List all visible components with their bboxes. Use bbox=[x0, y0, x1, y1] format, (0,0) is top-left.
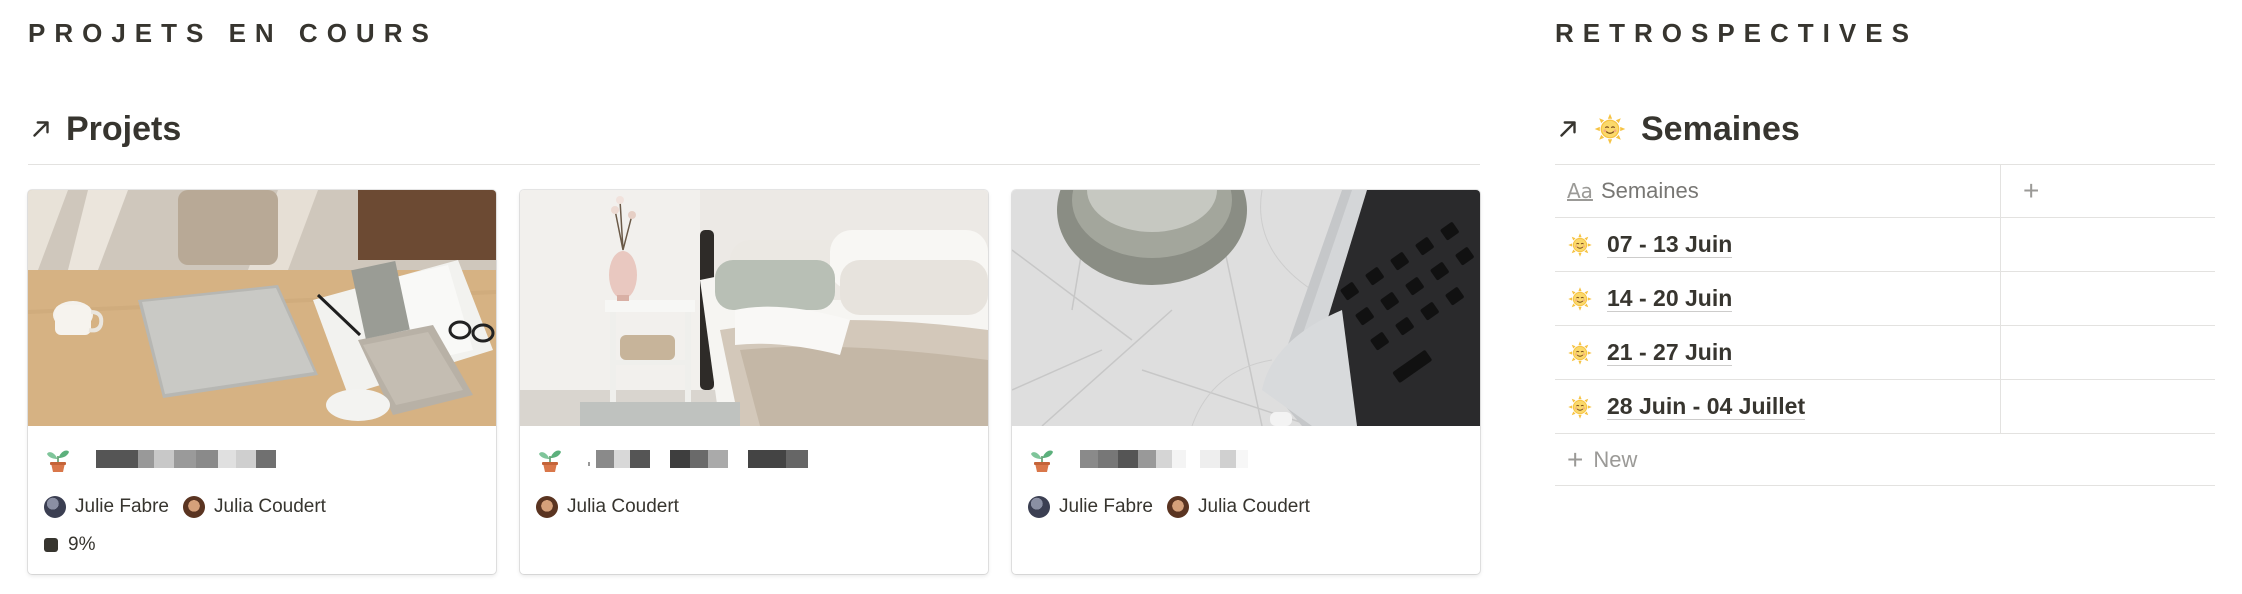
person-chip: Julie Fabre bbox=[1028, 496, 1153, 518]
redacted-title bbox=[588, 450, 808, 468]
projects-database-title-row[interactable]: Projets bbox=[28, 104, 181, 154]
sun-with-face-icon bbox=[1567, 232, 1593, 258]
progress-row: 9% bbox=[44, 534, 480, 556]
row-empty-cell[interactable] bbox=[2001, 326, 2215, 379]
people-row: Julia Coudert bbox=[536, 496, 972, 518]
weeks-database-title[interactable]: Semaines bbox=[1641, 110, 1800, 149]
row-title[interactable]: 14 - 20 Juin bbox=[1607, 285, 1733, 313]
table-row[interactable]: 21 - 27 Juin bbox=[1555, 326, 2215, 380]
sprout-icon bbox=[536, 445, 564, 473]
arrow-up-right-icon bbox=[1555, 116, 1581, 142]
text-property-icon: Aa bbox=[1567, 179, 1593, 203]
people-row: Julie Fabre Julia Coudert bbox=[1028, 496, 1464, 518]
add-column-button[interactable]: + bbox=[2001, 165, 2215, 217]
progress-square-icon bbox=[44, 538, 58, 552]
progress-value: 9% bbox=[68, 534, 96, 555]
avatar bbox=[536, 496, 558, 518]
table-header: Aa Semaines + bbox=[1555, 164, 2215, 218]
table-row[interactable]: 28 Juin - 04 Juillet bbox=[1555, 380, 2215, 434]
arrow-up-right-icon bbox=[28, 116, 54, 142]
card-title bbox=[536, 442, 972, 476]
new-row-label: New bbox=[1593, 446, 1638, 472]
avatar bbox=[183, 496, 205, 518]
projects-database-title[interactable]: Projets bbox=[66, 110, 181, 149]
people-row: Julie Fabre Julia Coudert bbox=[44, 496, 480, 518]
row-name-cell: 28 Juin - 04 Juillet bbox=[1555, 380, 2001, 433]
card-title bbox=[1028, 442, 1464, 476]
row-title[interactable]: 21 - 27 Juin bbox=[1607, 339, 1733, 367]
redacted-title bbox=[96, 450, 276, 468]
plus-icon: + bbox=[2023, 175, 2040, 206]
person-chip: Julia Coudert bbox=[1167, 496, 1310, 518]
sun-with-face-icon bbox=[1567, 340, 1593, 366]
card-cover-desk bbox=[28, 190, 496, 426]
sun-with-face-icon bbox=[1567, 286, 1593, 312]
divider bbox=[28, 164, 1480, 165]
row-name-cell: 14 - 20 Juin bbox=[1555, 272, 2001, 325]
project-card[interactable]: Julie Fabre Julia Coudert 9% bbox=[28, 190, 496, 574]
plus-icon: + bbox=[1567, 443, 1584, 475]
redacted-title bbox=[1080, 450, 1248, 468]
row-name-cell: 21 - 27 Juin bbox=[1555, 326, 2001, 379]
new-row-button[interactable]: + New bbox=[1555, 434, 2215, 486]
row-title[interactable]: 28 Juin - 04 Juillet bbox=[1607, 393, 1806, 421]
avatar bbox=[1167, 496, 1189, 518]
sprout-icon bbox=[44, 445, 72, 473]
avatar bbox=[1028, 496, 1050, 518]
card-cover-bedroom bbox=[520, 190, 988, 426]
person-chip: Julia Coudert bbox=[536, 496, 679, 518]
sprout-icon bbox=[1028, 445, 1056, 473]
avatar bbox=[44, 496, 66, 518]
row-empty-cell[interactable] bbox=[2001, 218, 2215, 271]
weeks-table: Aa Semaines + 07 - 13 Juin 14 - 20 Juin bbox=[1555, 164, 2215, 486]
person-chip: Julia Coudert bbox=[183, 496, 326, 518]
row-name-cell: 07 - 13 Juin bbox=[1555, 218, 2001, 271]
card-title bbox=[44, 442, 480, 476]
column-header-semaines[interactable]: Aa Semaines bbox=[1555, 165, 2001, 217]
table-row[interactable]: 14 - 20 Juin bbox=[1555, 272, 2215, 326]
row-empty-cell[interactable] bbox=[2001, 272, 2215, 325]
weeks-database-title-row[interactable]: Semaines bbox=[1555, 104, 1800, 154]
card-cover-laptop bbox=[1012, 190, 1480, 426]
row-empty-cell[interactable] bbox=[2001, 380, 2215, 433]
person-chip: Julie Fabre bbox=[44, 496, 169, 518]
section-heading-projects: PROJETS EN COURS bbox=[28, 18, 438, 48]
section-heading-retrospectives: RETROSPECTIVES bbox=[1555, 18, 1918, 48]
sun-with-face-icon bbox=[1593, 112, 1627, 146]
projects-gallery: Julie Fabre Julia Coudert 9% Julia Coude… bbox=[28, 190, 1480, 574]
sun-with-face-icon bbox=[1567, 394, 1593, 420]
table-row[interactable]: 07 - 13 Juin bbox=[1555, 218, 2215, 272]
project-card[interactable]: Julia Coudert bbox=[520, 190, 988, 574]
column-header-label: Semaines bbox=[1600, 178, 1699, 203]
project-card[interactable]: Julie Fabre Julia Coudert bbox=[1012, 190, 1480, 574]
row-title[interactable]: 07 - 13 Juin bbox=[1607, 231, 1733, 259]
